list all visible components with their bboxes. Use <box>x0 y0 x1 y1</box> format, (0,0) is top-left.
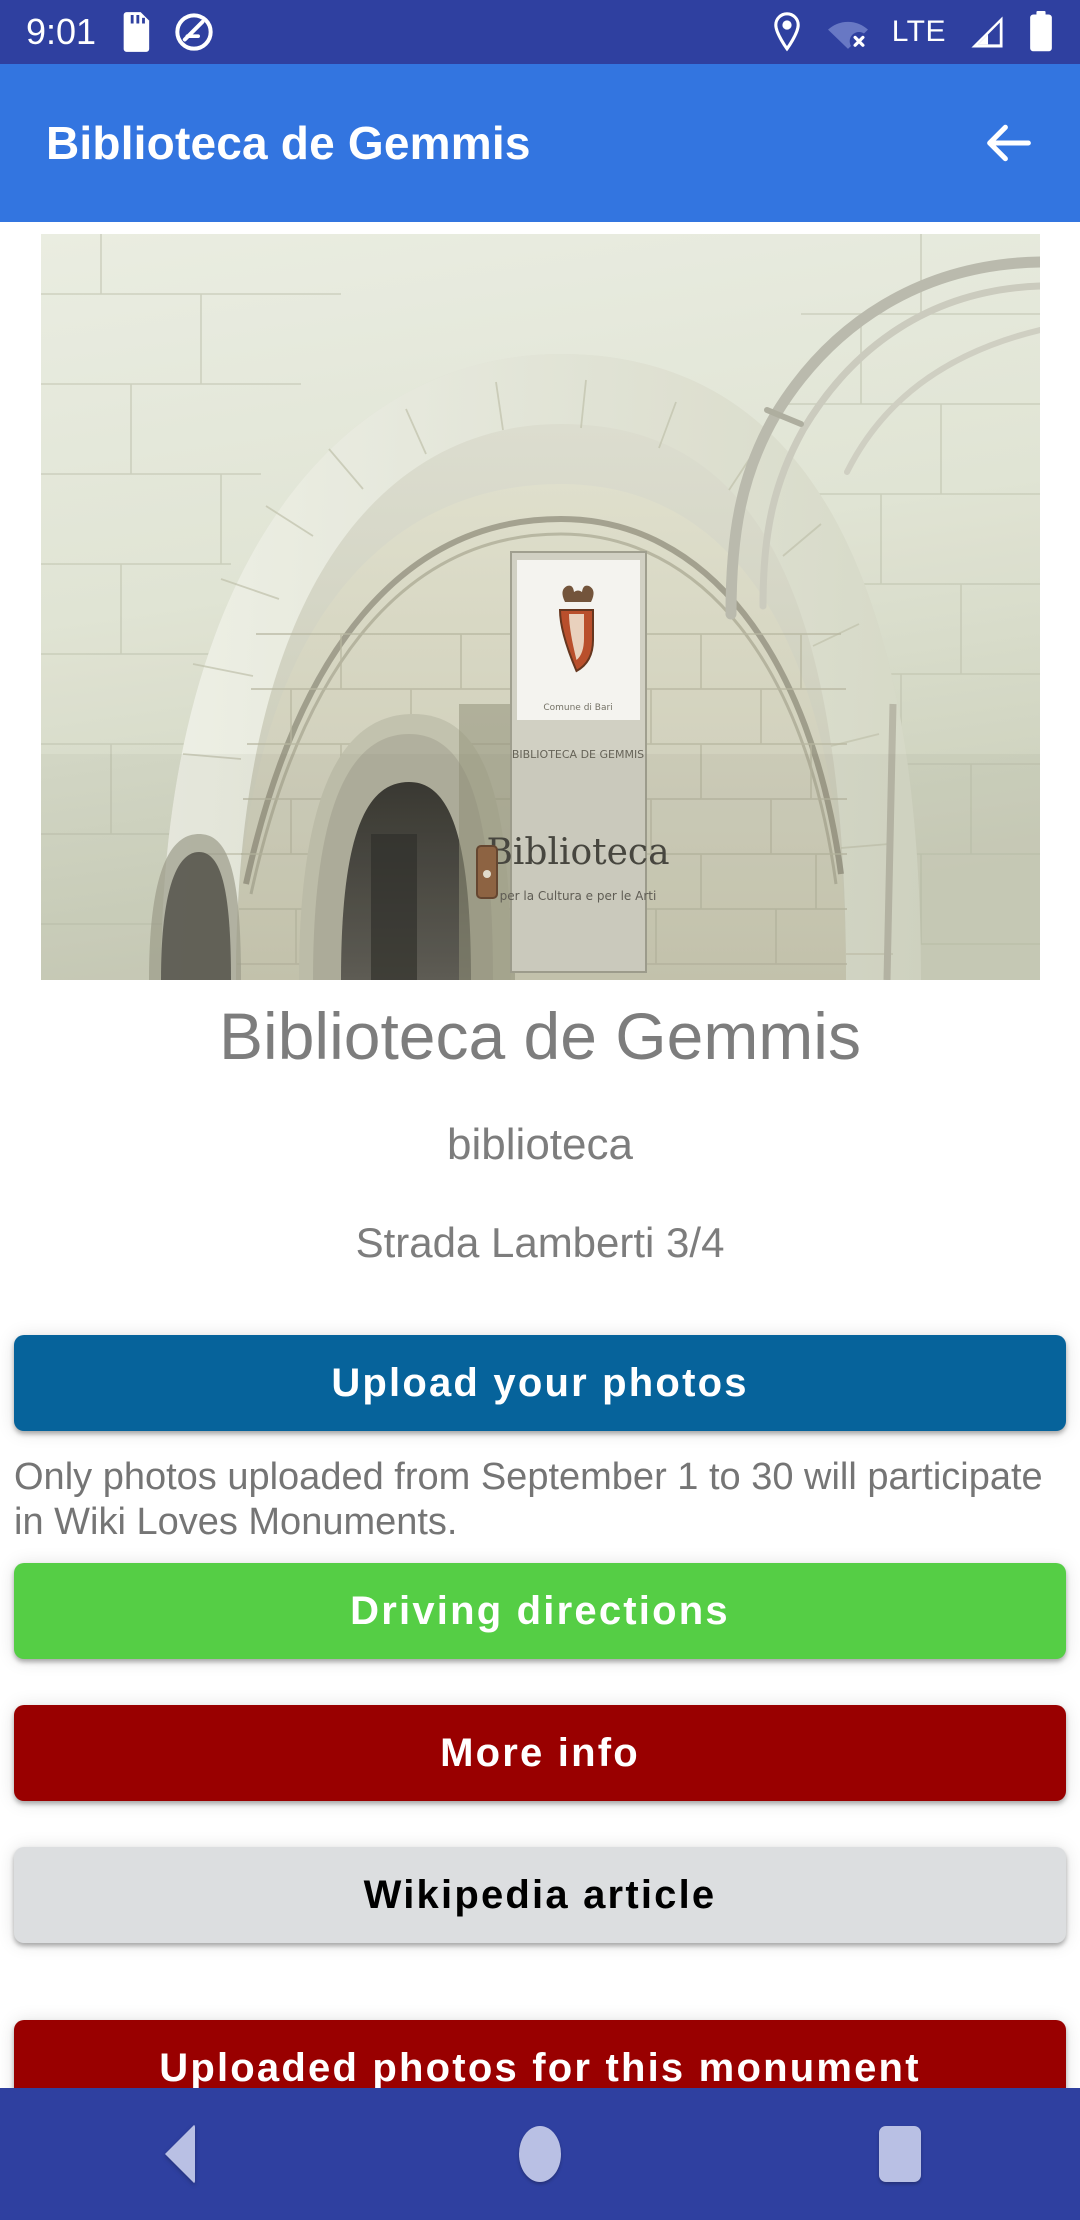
network-type-label: LTE <box>891 15 946 48</box>
status-bar-clock: 9:01 <box>26 11 97 52</box>
upload-note-text: Only photos uploaded from September 1 to… <box>14 1456 1043 1544</box>
upload-your-photos-button[interactable]: Upload your photos <box>14 1335 1066 1431</box>
monument-detail-content: Comune di Bari BIBLIOTECA DE GEMMIS Bibl… <box>0 222 1080 2088</box>
monument-name: Biblioteca de Gemmis <box>219 999 861 1073</box>
more-info-button[interactable]: More info <box>14 1705 1066 1801</box>
nav-home-button[interactable] <box>360 2088 720 2220</box>
phone-screen: 9:01 LTE Biblioteca de Gemmis Comune di … <box>0 0 1080 2220</box>
battery-full-icon <box>1028 11 1054 53</box>
do-not-disturb-icon <box>174 12 214 52</box>
monument-photo-image: Comune di Bari BIBLIOTECA DE GEMMIS Bibl… <box>41 234 1040 980</box>
location-pin-icon <box>770 11 804 53</box>
status-bar-left-group: 9:01 <box>26 12 214 52</box>
monument-address: Strada Lamberti 3/4 <box>355 1219 725 1266</box>
android-navigation-bar <box>0 2088 1080 2220</box>
nav-recents-button[interactable] <box>720 2088 1080 2220</box>
nav-home-circle-icon <box>519 2126 561 2182</box>
back-arrow-icon[interactable] <box>972 106 1046 180</box>
wikipedia-article-button[interactable]: Wikipedia article <box>14 1847 1066 1943</box>
app-bar-title: Biblioteca de Gemmis <box>46 117 531 169</box>
driving-directions-button[interactable]: Driving directions <box>14 1563 1066 1659</box>
nav-back-button[interactable] <box>0 2088 360 2220</box>
wifi-off-icon <box>826 12 870 52</box>
nav-recents-square-icon <box>879 2126 921 2182</box>
signal-bars-icon <box>968 13 1006 51</box>
monument-photo[interactable]: Comune di Bari BIBLIOTECA DE GEMMIS Bibl… <box>41 234 1040 980</box>
status-bar-right-group: LTE <box>770 11 1054 53</box>
nav-back-triangle-icon <box>165 2124 195 2184</box>
sd-card-icon <box>118 12 152 52</box>
status-bar: 9:01 LTE <box>0 0 1080 64</box>
monument-type: biblioteca <box>447 1120 633 1169</box>
uploaded-photos-button[interactable]: Uploaded photos for this monument <box>14 2020 1066 2088</box>
app-bar: Biblioteca de Gemmis <box>0 64 1080 222</box>
